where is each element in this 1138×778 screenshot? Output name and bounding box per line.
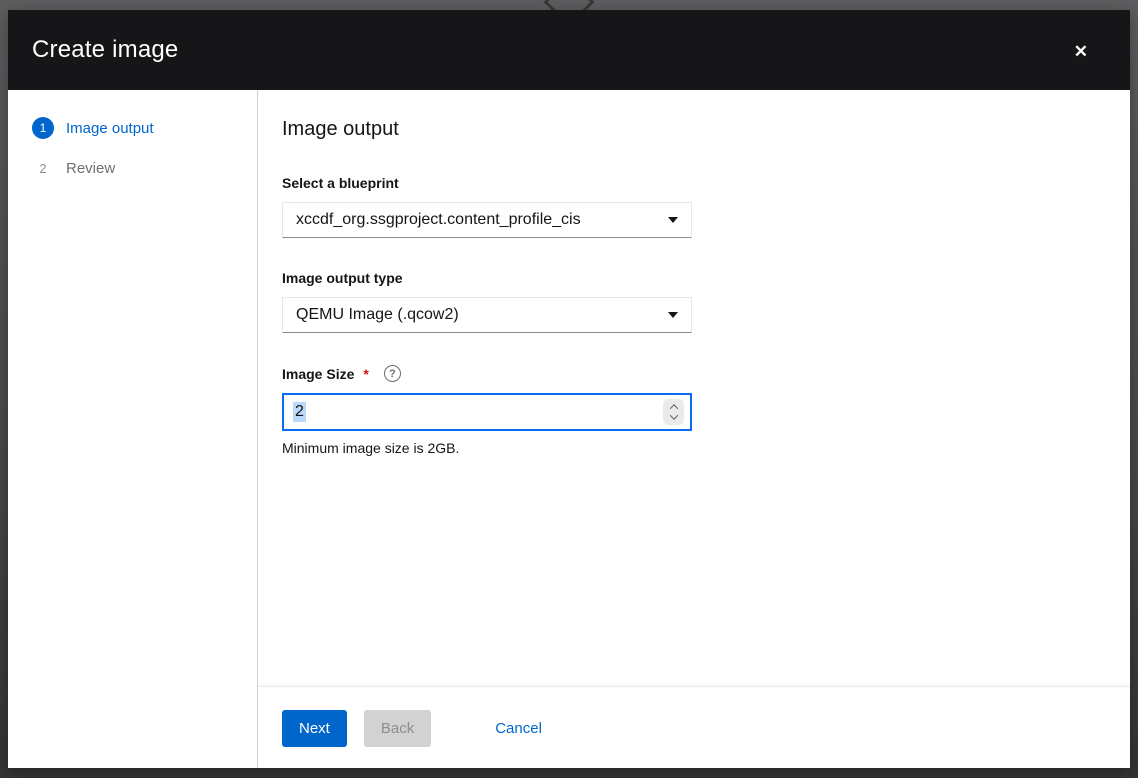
image-size-field-group: Image Size * ? 2 Minimum image size is 2… xyxy=(282,365,692,456)
output-type-select[interactable]: QEMU Image (.qcow2) xyxy=(282,297,692,333)
caret-down-icon xyxy=(668,312,678,318)
image-output-panel: Image output Select a blueprint xccdf_or… xyxy=(258,90,1130,686)
wizard-step-review[interactable]: 2 Review xyxy=(8,148,257,188)
create-image-modal: Create image ✕ 1 Image output 2 Review I… xyxy=(8,10,1130,768)
wizard-footer: Next Back Cancel xyxy=(258,686,1130,769)
close-icon[interactable]: ✕ xyxy=(1074,43,1088,60)
wizard-step-nav: 1 Image output 2 Review xyxy=(8,90,258,768)
image-size-value: 2 xyxy=(293,402,306,422)
modal-header: Create image ✕ xyxy=(8,10,1130,90)
blueprint-label: Select a blueprint xyxy=(282,175,399,191)
panel-title: Image output xyxy=(282,118,1106,141)
step-2-badge: 2 xyxy=(32,157,54,179)
help-question-icon[interactable]: ? xyxy=(384,365,401,382)
output-type-label: Image output type xyxy=(282,270,403,286)
number-stepper-icon[interactable] xyxy=(663,399,684,425)
blueprint-field-group: Select a blueprint xccdf_org.ssgproject.… xyxy=(282,175,692,238)
step-1-badge: 1 xyxy=(32,117,54,139)
image-size-label-row: Image Size * ? xyxy=(282,365,692,382)
required-asterisk: * xyxy=(363,366,368,382)
image-size-helper-text: Minimum image size is 2GB. xyxy=(282,440,692,456)
output-type-select-value: QEMU Image (.qcow2) xyxy=(296,306,459,324)
step-2-label: Review xyxy=(66,160,115,177)
wizard-step-image-output[interactable]: 1 Image output xyxy=(8,108,257,148)
cancel-link[interactable]: Cancel xyxy=(495,720,542,737)
chevron-down-icon xyxy=(669,411,677,419)
output-type-field-group: Image output type QEMU Image (.qcow2) xyxy=(282,270,692,333)
caret-down-icon xyxy=(668,217,678,223)
modal-body: 1 Image output 2 Review Image output Sel… xyxy=(8,90,1130,768)
image-size-label: Image Size xyxy=(282,366,354,382)
back-button[interactable]: Back xyxy=(364,710,431,748)
modal-title: Create image xyxy=(32,36,178,64)
blueprint-select[interactable]: xccdf_org.ssgproject.content_profile_cis xyxy=(282,202,692,238)
image-size-input[interactable]: 2 xyxy=(282,393,692,431)
wizard-content: Image output Select a blueprint xccdf_or… xyxy=(258,90,1130,768)
step-1-label: Image output xyxy=(66,120,154,137)
next-button[interactable]: Next xyxy=(282,710,347,748)
blueprint-select-value: xccdf_org.ssgproject.content_profile_cis xyxy=(296,211,581,229)
